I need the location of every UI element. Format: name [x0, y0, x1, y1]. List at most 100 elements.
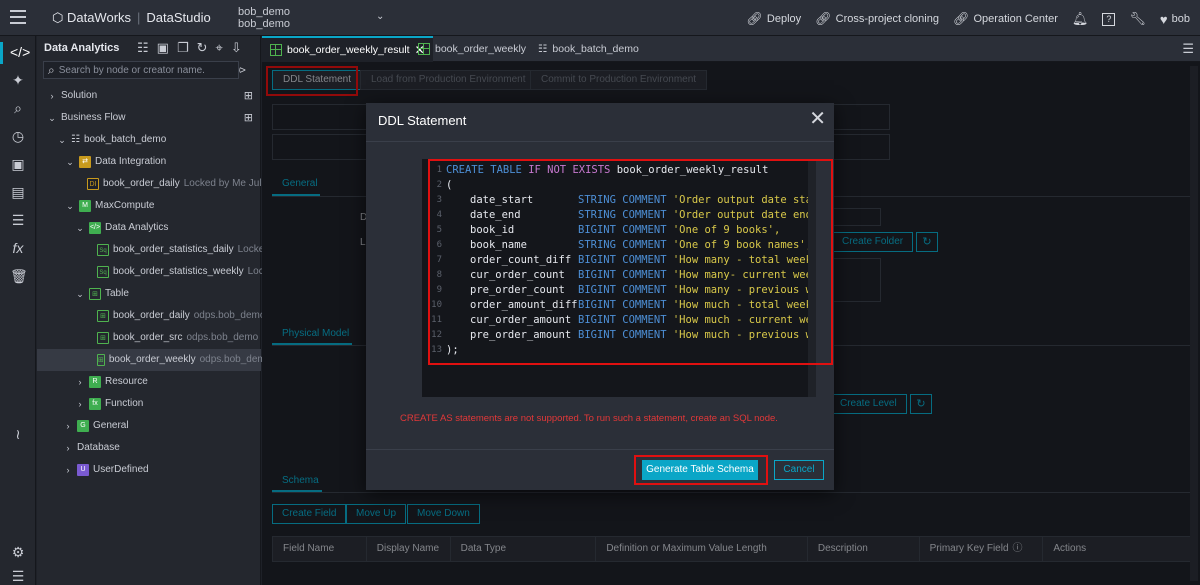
clock-icon[interactable]: ◷ [10, 128, 26, 144]
locate-icon[interactable]: ⌖ [216, 40, 223, 56]
cancel-button[interactable]: Cancel [774, 460, 824, 480]
new-file-icon[interactable]: ❐ [177, 40, 189, 56]
bell-icon[interactable]: 🔔︎ [1072, 11, 1089, 27]
caret-down-icon: ⌄ [76, 289, 84, 299]
table-icon[interactable]: ▤ [10, 184, 26, 200]
function-icon[interactable]: fx [10, 240, 26, 256]
di-node-icon: DI [87, 178, 99, 190]
tree-item-book-order-statistics-weekly[interactable]: Sq book_order_statistics_weekly Locke [97, 261, 274, 283]
tree-item-database[interactable]: › Database [63, 437, 120, 459]
link-icon: 🔗︎ [952, 11, 970, 26]
filter-user-icon[interactable]: ☷ [137, 40, 149, 56]
table-icon: ⊞ [97, 354, 105, 366]
maxcompute-icon: M [79, 200, 91, 212]
dataworks-logo-icon: ⬡ [52, 10, 67, 25]
tree-label: Table [105, 288, 129, 299]
brand-name: DataWorks [66, 10, 132, 25]
puzzle-icon[interactable]: ✦ [10, 72, 26, 88]
tree-item-book-order-daily-sync[interactable]: DI book_order_daily Locked by Me Jul 29 [87, 173, 275, 195]
caret-right-icon: › [50, 91, 54, 101]
deploy-link[interactable]: 🔗︎ Deploy [746, 11, 801, 27]
tab-label: book_order_weekly_result [287, 44, 410, 56]
tree-item-book-order-statistics-daily[interactable]: Sq book_order_statistics_daily Locked [97, 239, 270, 261]
tree-label: Resource [105, 376, 148, 387]
refresh-icon[interactable]: ↻ [197, 40, 208, 56]
hamburger-menu-icon[interactable] [10, 10, 26, 24]
tree-label: book_order_statistics_daily [113, 244, 234, 255]
tree-item-function[interactable]: › fx Function [75, 393, 143, 415]
userdefined-icon: U [77, 464, 89, 476]
tree-label: UserDefined [93, 464, 149, 475]
code-icon: </> [89, 222, 101, 234]
tree-item-data-analytics[interactable]: ⌄ </> Data Analytics [75, 217, 168, 239]
tree-item-table-book-order-daily[interactable]: ⊞ book_order_daily odps.bob_demo [97, 305, 265, 327]
tab-book-order-weekly[interactable]: book_order_weekly [410, 36, 534, 62]
tabs-menu-icon[interactable]: ☰ [1182, 41, 1194, 57]
operation-center-label: Operation Center [973, 13, 1058, 25]
cross-project-cloning-link[interactable]: 🔗︎ Cross-project cloning [815, 11, 939, 27]
settings-icon[interactable]: ⚙ [10, 544, 26, 560]
tree-item-maxcompute[interactable]: ⌄ M MaxCompute [65, 195, 154, 217]
collapse-icon[interactable]: ☰ [10, 568, 26, 584]
caret-down-icon: ⌄ [58, 135, 66, 145]
briefcase-icon[interactable]: ▣ [10, 156, 26, 172]
operation-center-link[interactable]: 🔗︎ Operation Center [953, 11, 1058, 27]
highlight-box [634, 455, 768, 485]
divider [366, 449, 834, 450]
grid-icon[interactable]: ⊞ [244, 107, 253, 129]
data-integration-icon: ⇄ [79, 156, 91, 168]
top-actions: 🔗︎ Deploy 🔗︎ Cross-project cloning 🔗︎ Opera… [746, 11, 1190, 27]
tree-item-book-batch-demo[interactable]: ⌄ ☷ book_batch_demo [57, 129, 166, 151]
grid-icon[interactable]: ⊞ [244, 85, 253, 107]
tab-book-batch-demo[interactable]: ☷ book_batch_demo [530, 36, 647, 62]
chevron-down-icon[interactable]: ⌄ [376, 11, 384, 22]
import-icon[interactable]: ⇩ [231, 40, 242, 56]
user-menu[interactable]: ♥ bob [1160, 12, 1190, 27]
table-icon: ⊞ [97, 310, 109, 322]
caret-down-icon: ⌄ [66, 201, 74, 211]
user-name: bob [1171, 13, 1190, 25]
tree-label: Solution [61, 90, 98, 101]
caret-down-icon: ⌄ [66, 157, 74, 167]
product-name: DataStudio [146, 10, 211, 25]
list-icon[interactable]: ☰ [10, 212, 26, 228]
save-icon[interactable]: ▣ [157, 40, 169, 56]
highlight-box [428, 159, 833, 365]
tools-icon[interactable]: 🔧︎ [1129, 11, 1146, 27]
tree-label: Function [105, 398, 144, 409]
filter-icon[interactable]: ⪧ [239, 62, 246, 77]
tree-label: MaxCompute [95, 200, 155, 211]
search-icon: ⌕ [48, 62, 55, 77]
ddl-statement-dialog: DDL Statement ✕ 1 CREATE TABLE IF NOT EXI… [366, 103, 834, 490]
workspace-project: bob_demo [238, 18, 290, 30]
tab-book-order-weekly-result[interactable]: book_order_weekly_result ✕ [262, 36, 433, 62]
tab-label: book_order_weekly [435, 43, 527, 55]
workspace-selector[interactable]: bob_demo bob_demo [238, 6, 290, 30]
trash-icon[interactable]: 🗑︎ [10, 268, 28, 284]
tree-item-solution[interactable]: › Solution ⊞ [47, 85, 261, 107]
search-input[interactable]: ⌕ Search by node or creator name. [43, 61, 239, 79]
tree-label: General [93, 420, 129, 431]
dialog-title: DDL Statement [378, 113, 467, 128]
tree-item-general[interactable]: › G General [63, 415, 129, 437]
table-icon [270, 44, 282, 56]
tree-label: book_batch_demo [83, 134, 167, 145]
caret-right-icon: › [78, 399, 82, 409]
tree-item-resource[interactable]: › R Resource [75, 371, 148, 393]
tree-item-table-book-order-src[interactable]: ⊞ book_order_src odps.bob_demo [97, 327, 258, 349]
tree-item-data-integration[interactable]: ⌄ ⇄ Data Integration [65, 151, 166, 173]
close-icon[interactable]: ✕ [809, 109, 826, 129]
tree-item-business-flow[interactable]: ⌄ Business Flow ⊞ [47, 107, 261, 129]
data-analytics-icon[interactable]: </> [10, 44, 30, 60]
side-panel: Data Analytics ☷ ▣ ❐ ↻ ⌖ ⇩ ⌕ Search by n… [37, 36, 275, 585]
help-icon[interactable]: ? [1102, 12, 1116, 26]
sql-node-icon: Sq [97, 266, 109, 278]
search-icon[interactable]: ⌕ [10, 100, 26, 116]
tree-item-userdefined[interactable]: › U UserDefined [63, 459, 149, 481]
link-icon: 🔗︎ [746, 11, 763, 26]
app-brand[interactable]: ⬡ DataWorks | DataStudio [52, 10, 211, 26]
tree-item-table[interactable]: ⌄ ⊞ Table [75, 283, 129, 305]
flow-icon[interactable]: ≀ [10, 426, 26, 442]
tree-item-table-book-order-weekly[interactable]: ⊞ book_order_weekly odps.bob_demo [37, 349, 271, 371]
workspace-name: bob_demo [238, 6, 290, 18]
